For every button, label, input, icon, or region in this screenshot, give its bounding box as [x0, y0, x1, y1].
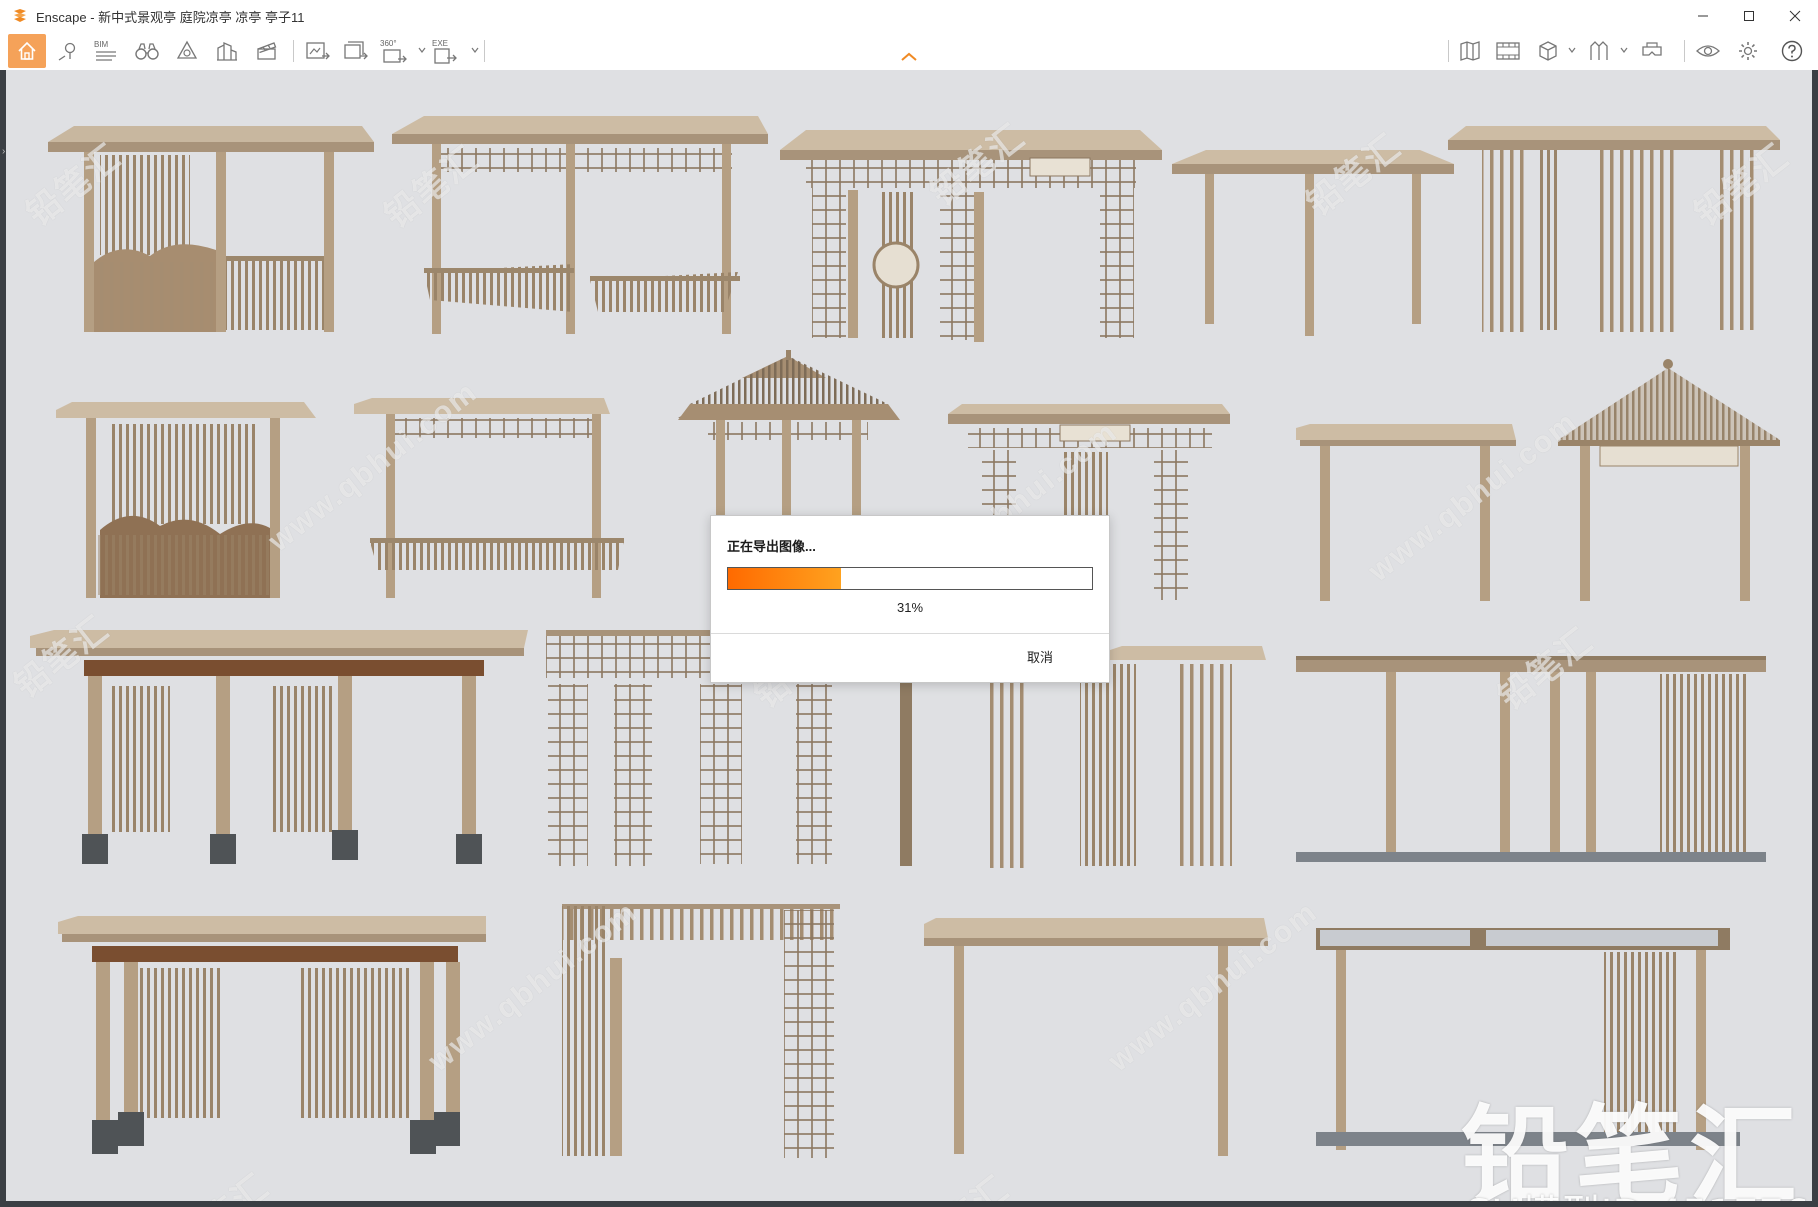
maximize-button[interactable]	[1726, 0, 1772, 32]
pavilion-16	[58, 916, 486, 1154]
clapper-icon	[257, 42, 277, 60]
settings-button[interactable]	[1732, 36, 1764, 66]
visual-settings-button[interactable]	[1692, 36, 1724, 66]
document-title: 新中式景观亭 庭院凉亭 凉亭 亭子11	[98, 9, 305, 25]
video-editor-button[interactable]	[251, 36, 283, 66]
close-button[interactable]	[1772, 0, 1818, 32]
asset-library-button[interactable]	[1584, 36, 1616, 66]
site-context-button[interactable]	[211, 36, 243, 66]
collapse-toolbar-chevron-icon[interactable]	[900, 52, 918, 62]
pavilion-8-hexagonal	[678, 350, 900, 520]
vr-headset-icon	[1642, 42, 1662, 56]
asset-library-icon	[1590, 41, 1608, 60]
app-name: Enscape	[36, 9, 87, 25]
export-progress-bar	[727, 567, 1093, 590]
chevron-down-icon[interactable]	[418, 46, 426, 54]
map-button[interactable]	[1454, 36, 1486, 66]
pavilion-6	[56, 402, 316, 598]
screenshot-button[interactable]	[302, 36, 334, 66]
exe-label: EXE	[432, 38, 449, 48]
window-controls	[1680, 0, 1818, 32]
bim-label: BIM	[94, 39, 109, 49]
watermark-model-id: SU模型ID:451776	[1466, 1182, 1809, 1201]
panorama-label: 360°	[380, 38, 397, 48]
vr-headset-button[interactable]	[1636, 36, 1668, 66]
window-titlebar: Enscape - 新中式景观亭 庭院凉亭 凉亭 亭子11	[0, 0, 1818, 32]
toolbar-separator	[484, 40, 485, 62]
screenshot-export-icon	[306, 42, 330, 60]
cancel-button[interactable]: 取消	[995, 641, 1085, 671]
exe-export-button[interactable]: EXE	[430, 36, 462, 66]
map-icon	[1460, 41, 1480, 61]
panorama-button[interactable]: 360°	[378, 36, 412, 66]
toolbar-separator	[1684, 40, 1685, 62]
perspective-icon	[176, 40, 198, 59]
toolbar-separator	[1448, 40, 1449, 62]
progress-percent: 31%	[896, 600, 924, 615]
chevron-down-icon[interactable]	[471, 46, 479, 54]
pavilion-12	[30, 630, 528, 864]
window-right-edge	[1812, 70, 1818, 1207]
export-progress-dialog: 正在导出图像... 31% 取消	[710, 515, 1110, 683]
window-title: Enscape - 新中式景观亭 庭院凉亭 凉亭 亭子11	[36, 7, 305, 26]
minimize-icon	[1698, 15, 1708, 17]
dialog-title: 正在导出图像...	[727, 539, 816, 554]
pavilion-11-hip-roof	[1558, 359, 1780, 601]
help-button[interactable]	[1776, 36, 1808, 66]
pavilion-10	[1296, 424, 1516, 601]
location-button[interactable]	[52, 36, 84, 66]
batch-render-button[interactable]	[340, 36, 372, 66]
film-strip-icon	[1496, 42, 1520, 60]
enscape-logo-icon	[14, 9, 26, 22]
pavilion-5	[1448, 126, 1780, 332]
window-bottom-edge	[0, 1201, 1818, 1207]
exe-export-icon	[434, 47, 457, 64]
minimize-button[interactable]	[1680, 0, 1726, 32]
buildings-icon	[217, 42, 237, 61]
panorama-360-icon	[383, 48, 407, 63]
chevron-down-icon[interactable]	[1620, 46, 1628, 54]
toolbar-separator	[293, 40, 294, 62]
bim-button[interactable]: BIM	[90, 36, 122, 66]
bim-icon	[96, 50, 116, 61]
title-separator: -	[86, 9, 99, 25]
video-button[interactable]	[1492, 36, 1524, 66]
maximize-icon	[1744, 11, 1754, 21]
batch-render-icon	[344, 41, 368, 60]
help-icon	[1781, 40, 1803, 62]
home-button[interactable]	[8, 34, 46, 68]
binoculars-icon	[135, 43, 159, 60]
cube-icon	[1539, 41, 1557, 61]
progress-bar-fill	[728, 568, 841, 589]
settings-gear-icon	[1739, 42, 1757, 60]
edge-marker-icon: ›	[2, 146, 6, 157]
camera-perspective-button[interactable]	[171, 36, 203, 66]
objects-button[interactable]	[1532, 36, 1564, 66]
pavilion-18	[924, 918, 1268, 1156]
dialog-divider	[711, 633, 1109, 634]
close-icon	[1789, 10, 1801, 22]
chevron-down-icon[interactable]	[1568, 46, 1576, 54]
location-pin-icon	[58, 42, 76, 61]
home-icon	[18, 41, 36, 60]
views-button[interactable]	[131, 36, 163, 66]
visual-settings-eye-icon	[1696, 45, 1720, 57]
